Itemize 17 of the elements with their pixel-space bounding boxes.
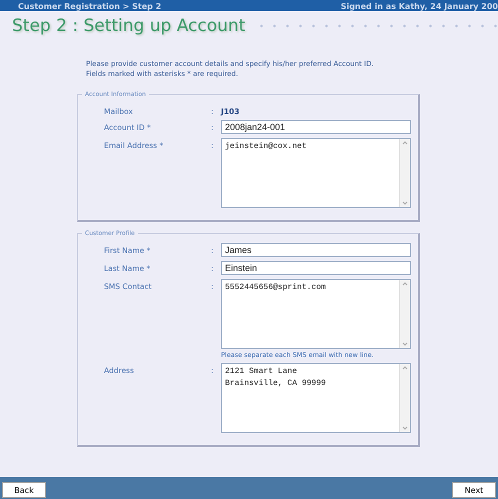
scroll-up-icon[interactable]	[400, 364, 410, 372]
scroll-down-icon[interactable]	[400, 424, 410, 432]
scroll-down-icon[interactable]	[400, 199, 410, 207]
text-area[interactable]: jeinstein@cox.net	[221, 138, 411, 208]
scroll-down-icon[interactable]	[400, 340, 410, 348]
breadcrumb: Customer Registration > Step 2	[18, 2, 162, 11]
input-field[interactable]: 2008jan24-001	[221, 120, 411, 134]
input-field[interactable]: Einstein	[221, 261, 411, 275]
text-area[interactable]: 2121 Smart Lane Brainsville, CA 99999	[221, 363, 411, 433]
signed-in-text: Signed in as Kathy, 24 January 200	[340, 2, 498, 11]
scroll-up-icon[interactable]	[400, 139, 410, 147]
back-button[interactable]: Back	[2, 482, 46, 498]
scroll-up-icon[interactable]	[400, 280, 410, 288]
text-area[interactable]: 5552445656@sprint.com	[221, 279, 411, 349]
page-title: Step 2 : Setting up Account	[12, 16, 246, 36]
next-button[interactable]: Next	[452, 482, 496, 498]
input-field[interactable]: James	[221, 243, 411, 257]
